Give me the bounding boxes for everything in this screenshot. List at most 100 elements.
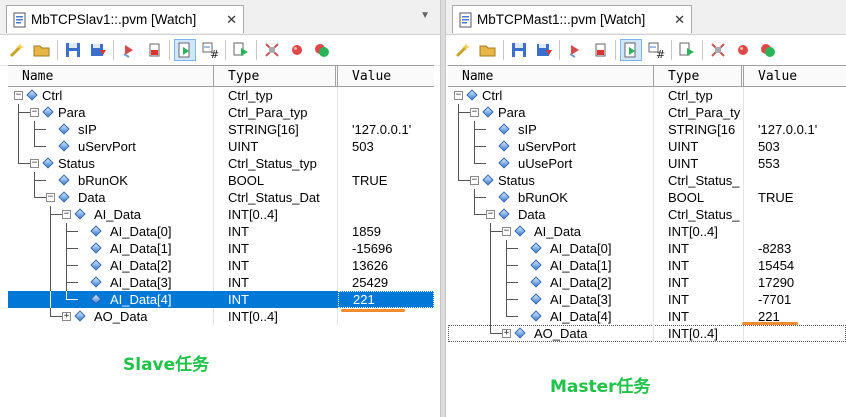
value-cell[interactable]: 1859 <box>338 223 434 240</box>
play-step-icon[interactable] <box>174 39 196 61</box>
tab-master-watch[interactable]: MbTCPMast1::.pvm [Watch] ✕ <box>452 5 692 33</box>
collapse-icon[interactable]: − <box>486 210 495 219</box>
tree-row[interactable]: AI_Data[3] INT 25429 <box>8 274 434 291</box>
tree-row[interactable]: − Para Ctrl_Para_typ <box>8 104 434 121</box>
tab-dropdown-icon[interactable]: ▼ <box>420 10 430 21</box>
column-header-name[interactable]: Name <box>448 66 654 86</box>
column-header-type[interactable]: Type <box>214 66 338 86</box>
open-folder-icon[interactable] <box>31 39 53 61</box>
value-cell[interactable]: -15696 <box>338 240 434 257</box>
close-icon[interactable]: ✕ <box>226 12 237 28</box>
hash-step-icon[interactable]: # <box>199 39 221 61</box>
tree-row[interactable]: bRunOK BOOL TRUE <box>448 189 846 206</box>
value-cell[interactable]: -8283 <box>744 240 846 257</box>
tree-row[interactable]: − Ctrl Ctrl_typ <box>448 87 846 104</box>
play-step-icon[interactable] <box>620 39 642 61</box>
value-cell[interactable]: 17290 <box>744 274 846 291</box>
tree-row[interactable]: bRunOK BOOL TRUE <box>8 172 434 189</box>
collapse-icon[interactable]: − <box>14 91 23 100</box>
tree-row[interactable]: − Data Ctrl_Status_ <box>448 206 846 223</box>
column-header-name[interactable]: Name <box>8 66 214 86</box>
value-cell[interactable] <box>744 87 846 104</box>
tree-row[interactable]: − AI_Data INT[0..4] <box>448 223 846 240</box>
expand-icon[interactable]: + <box>62 312 71 321</box>
reset-icon[interactable] <box>311 39 333 61</box>
remove-icon[interactable] <box>118 39 140 61</box>
breakpoint-icon[interactable] <box>732 39 754 61</box>
tree-row[interactable]: AI_Data[4] INT 221 <box>8 291 434 308</box>
collapse-icon[interactable]: − <box>30 159 39 168</box>
value-cell[interactable]: 503 <box>338 138 434 155</box>
value-cell[interactable]: TRUE <box>744 189 846 206</box>
tab-slave-watch[interactable]: MbTCPSlav1::.pvm [Watch] ✕ <box>6 5 244 33</box>
tree-row[interactable]: AI_Data[3] INT -7701 <box>448 291 846 308</box>
value-cell[interactable] <box>338 155 434 172</box>
value-cell[interactable] <box>744 206 846 223</box>
run-icon[interactable] <box>676 39 698 61</box>
expand-icon[interactable]: + <box>502 329 511 338</box>
value-cell[interactable]: 15454 <box>744 257 846 274</box>
value-cell[interactable]: '127.0.0.1' <box>338 121 434 138</box>
collapse-icon[interactable]: − <box>470 108 479 117</box>
tree-row[interactable]: uServPort UINT 503 <box>8 138 434 155</box>
collapse-icon[interactable]: − <box>470 176 479 185</box>
stop-icon[interactable] <box>143 39 165 61</box>
tree-row[interactable]: AI_Data[1] INT 15454 <box>448 257 846 274</box>
reset-icon[interactable] <box>757 39 779 61</box>
tree-row[interactable]: − AI_Data INT[0..4] <box>8 206 434 223</box>
tree-row[interactable]: AI_Data[1] INT -15696 <box>8 240 434 257</box>
value-cell[interactable] <box>338 189 434 206</box>
value-cell[interactable]: 221 <box>338 291 434 308</box>
collapse-icon[interactable]: − <box>454 91 463 100</box>
collapse-icon[interactable]: − <box>30 108 39 117</box>
open-folder-icon[interactable] <box>477 39 499 61</box>
value-cell[interactable]: '127.0.0.1' <box>744 121 846 138</box>
tree-row[interactable]: AI_Data[0] INT 1859 <box>8 223 434 240</box>
column-header-value[interactable]: Value <box>744 66 846 86</box>
collapse-icon[interactable]: − <box>502 227 511 236</box>
save-icon[interactable] <box>62 39 84 61</box>
tree-row[interactable]: − Ctrl Ctrl_typ <box>8 87 434 104</box>
value-cell[interactable] <box>744 172 846 189</box>
value-cell[interactable]: 25429 <box>338 274 434 291</box>
hash-step-icon[interactable]: # <box>645 39 667 61</box>
column-header-value[interactable]: Value <box>338 66 434 86</box>
stop-icon[interactable] <box>589 39 611 61</box>
run-icon[interactable] <box>230 39 252 61</box>
tree-row[interactable]: AI_Data[2] INT 13626 <box>8 257 434 274</box>
insert-variable-icon[interactable] <box>452 39 474 61</box>
close-icon[interactable]: ✕ <box>674 12 685 28</box>
value-cell[interactable] <box>744 223 846 240</box>
tree-row[interactable]: uServPort UINT 503 <box>448 138 846 155</box>
tree-row[interactable]: − Status Ctrl_Status_typ <box>8 155 434 172</box>
value-cell[interactable]: -7701 <box>744 291 846 308</box>
value-cell[interactable]: 553 <box>744 155 846 172</box>
value-cell[interactable]: TRUE <box>338 172 434 189</box>
tree-row[interactable]: uUsePort UINT 553 <box>448 155 846 172</box>
disconnect-icon[interactable] <box>707 39 729 61</box>
collapse-icon[interactable]: − <box>62 210 71 219</box>
disconnect-icon[interactable] <box>261 39 283 61</box>
save-down-icon[interactable] <box>87 39 109 61</box>
breakpoint-icon[interactable] <box>286 39 308 61</box>
tree-row[interactable]: − Para Ctrl_Para_ty <box>448 104 846 121</box>
value-cell[interactable] <box>338 206 434 223</box>
tree-row[interactable]: + AO_Data INT[0..4] <box>448 325 846 342</box>
insert-variable-icon[interactable] <box>6 39 28 61</box>
tree-row[interactable]: − Status Ctrl_Status_ <box>448 172 846 189</box>
value-cell[interactable]: 503 <box>744 138 846 155</box>
value-cell[interactable] <box>744 325 846 342</box>
save-down-icon[interactable] <box>533 39 555 61</box>
tree-row[interactable]: AI_Data[2] INT 17290 <box>448 274 846 291</box>
tree-row[interactable]: sIP STRING[16'127.0.0.1' <box>448 121 846 138</box>
remove-icon[interactable] <box>564 39 586 61</box>
save-icon[interactable] <box>508 39 530 61</box>
value-cell[interactable] <box>744 104 846 121</box>
collapse-icon[interactable]: − <box>46 193 55 202</box>
value-cell[interactable] <box>338 87 434 104</box>
tree-row[interactable]: sIP STRING[16] '127.0.0.1' <box>8 121 434 138</box>
tree-row[interactable]: − Data Ctrl_Status_Dat <box>8 189 434 206</box>
column-header-type[interactable]: Type <box>654 66 744 86</box>
value-cell[interactable]: 13626 <box>338 257 434 274</box>
value-cell[interactable] <box>338 104 434 121</box>
